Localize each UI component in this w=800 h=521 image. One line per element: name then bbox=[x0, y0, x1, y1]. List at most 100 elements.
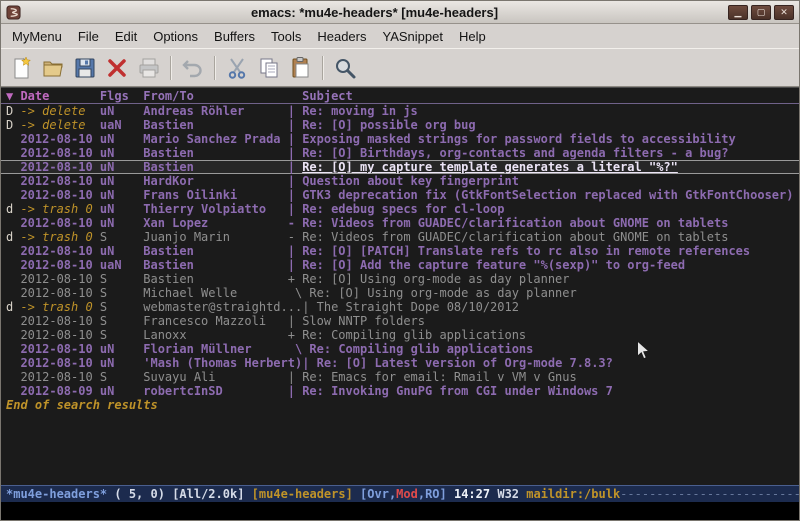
date-or-mark-cell: 2012-08-10 bbox=[6, 132, 100, 146]
message-date: 2012-08-10 bbox=[6, 370, 93, 384]
date-or-mark-cell: 2012-08-10 bbox=[6, 356, 100, 370]
date-or-mark-cell: d -> trash 0 bbox=[6, 202, 100, 216]
message-row[interactable]: d -> trash 0SJuanjo Marin- Re: Videos fr… bbox=[1, 230, 799, 244]
modeline-maildir: maildir:/bulk bbox=[526, 487, 620, 501]
message-subject: Re: [O] Birthdays, org-contacts and agen… bbox=[302, 146, 728, 160]
header-date-sort[interactable]: ▼ Date bbox=[6, 89, 100, 103]
message-row[interactable]: d -> trash 0Swebmaster@straightd...| The… bbox=[1, 300, 799, 314]
thread-indicator: + bbox=[288, 328, 302, 342]
undo-button[interactable] bbox=[178, 53, 208, 83]
menu-item-file[interactable]: File bbox=[70, 26, 107, 47]
mark-action-label: -> delete bbox=[20, 118, 85, 132]
message-from: Suvayu Ali bbox=[143, 370, 287, 384]
paste-button[interactable] bbox=[286, 53, 316, 83]
copy-button[interactable] bbox=[254, 53, 284, 83]
date-or-mark-cell: 2012-08-10 bbox=[6, 258, 100, 272]
message-from: webmaster@straightd... bbox=[143, 300, 302, 314]
menu-item-options[interactable]: Options bbox=[145, 26, 206, 47]
message-subject: Exposing masked strings for password fie… bbox=[302, 132, 735, 146]
message-row[interactable]: 2012-08-09uNrobertcInSD| Re: Invoking Gn… bbox=[1, 384, 799, 398]
save-button[interactable] bbox=[70, 53, 100, 83]
menu-item-help[interactable]: Help bbox=[451, 26, 494, 47]
message-row[interactable]: 2012-08-10uN'Mash (Thomas Herbert)| Re: … bbox=[1, 356, 799, 370]
message-row[interactable]: 2012-08-10SLanoxx+ Re: Compiling glib ap… bbox=[1, 328, 799, 342]
message-date: 2012-08-10 bbox=[6, 216, 93, 230]
message-row[interactable]: 2012-08-10uNFlorian Müllner \ Re: Compil… bbox=[1, 342, 799, 356]
message-row[interactable]: 2012-08-10uNXan Lopez- Re: Videos from G… bbox=[1, 216, 799, 230]
close-button[interactable]: ✕ bbox=[774, 5, 794, 20]
message-from: Andreas Röhler bbox=[143, 104, 287, 118]
message-flags: S bbox=[100, 230, 143, 244]
emacs-window: emacs: *mu4e-headers* [mu4e-headers] ▁ ▢… bbox=[0, 0, 800, 521]
date-or-mark-cell: D -> delete bbox=[6, 118, 100, 132]
date-or-mark-cell: 2012-08-10 bbox=[6, 314, 100, 328]
message-from: Juanjo Marin bbox=[143, 230, 287, 244]
message-row[interactable]: 2012-08-10SSuvayu Ali| Re: Emacs for ema… bbox=[1, 370, 799, 384]
message-from: Bastien bbox=[143, 258, 287, 272]
message-row[interactable]: 2012-08-10SMichael Welle \ Re: [O] Using… bbox=[1, 286, 799, 300]
message-row[interactable]: 2012-08-10SBastien+ Re: [O] Using org-mo… bbox=[1, 272, 799, 286]
menu-item-headers[interactable]: Headers bbox=[309, 26, 374, 47]
date-or-mark-cell: 2012-08-10 bbox=[6, 244, 100, 258]
titlebar[interactable]: emacs: *mu4e-headers* [mu4e-headers] ▁ ▢… bbox=[1, 1, 799, 24]
message-from: Bastien bbox=[143, 160, 287, 174]
message-subject: Re: Invoking GnuPG from CGI under Window… bbox=[302, 384, 613, 398]
message-subject: Re: [O] Using org-mode as day planner bbox=[302, 272, 569, 286]
open-folder-icon bbox=[41, 56, 65, 80]
copy-icon bbox=[257, 56, 281, 80]
message-subject: Re: Compiling glib applications bbox=[302, 328, 526, 342]
thread-indicator: \ bbox=[288, 342, 310, 356]
mark-char: d bbox=[6, 230, 20, 244]
maximize-button[interactable]: ▢ bbox=[751, 5, 771, 20]
message-row[interactable]: D -> deleteuaNBastien| Re: [O] possible … bbox=[1, 118, 799, 132]
message-row[interactable]: 2012-08-10uNFrans Oilinki| GTK3 deprecat… bbox=[1, 188, 799, 202]
message-date: 2012-08-10 bbox=[6, 328, 93, 342]
modeline: *mu4e-headers* ( 5, 0) [All/2.0k] [mu4e-… bbox=[1, 485, 799, 502]
message-row[interactable]: d -> trash 0uNThierry Volpiatto| Re: ede… bbox=[1, 202, 799, 216]
modeline-buffer-name[interactable]: *mu4e-headers* bbox=[6, 487, 107, 501]
mark-char: d bbox=[6, 300, 20, 314]
message-subject: The Straight Dope 08/10/2012 bbox=[317, 300, 519, 314]
message-subject: Re: moving in js bbox=[302, 104, 418, 118]
message-from: Florian Müllner bbox=[143, 342, 287, 356]
new-file-button[interactable] bbox=[6, 53, 36, 83]
mark-char: d bbox=[6, 202, 20, 216]
message-row[interactable]: 2012-08-10SFrancesco Mazzoli| Slow NNTP … bbox=[1, 314, 799, 328]
minimize-button[interactable]: ▁ bbox=[728, 5, 748, 20]
message-from: Bastien bbox=[143, 118, 287, 132]
message-flags: uN bbox=[100, 244, 143, 258]
message-row[interactable]: 2012-08-10uNBastien| Re: [O] Birthdays, … bbox=[1, 146, 799, 160]
cut-button[interactable] bbox=[222, 53, 252, 83]
header-subject: Subject bbox=[288, 89, 353, 103]
thread-indicator: | bbox=[302, 356, 316, 370]
menu-item-mymenu[interactable]: MyMenu bbox=[4, 26, 70, 47]
close-buffer-button[interactable] bbox=[102, 53, 132, 83]
date-or-mark-cell: 2012-08-10 bbox=[6, 160, 100, 174]
date-or-mark-cell: 2012-08-10 bbox=[6, 328, 100, 342]
message-row[interactable]: D -> deleteuNAndreas Röhler| Re: moving … bbox=[1, 104, 799, 118]
message-flags: uN bbox=[100, 160, 143, 174]
message-row[interactable]: 2012-08-10uNMario Sanchez Prada| Exposin… bbox=[1, 132, 799, 146]
menu-item-yasnippet[interactable]: YASnippet bbox=[374, 26, 450, 47]
message-row[interactable]: 2012-08-10uaNBastien| Re: [O] Add the ca… bbox=[1, 258, 799, 272]
thread-indicator: | bbox=[288, 188, 302, 202]
menu-item-edit[interactable]: Edit bbox=[107, 26, 145, 47]
message-row[interactable]: 2012-08-10uNHardKor| Question about key … bbox=[1, 174, 799, 188]
message-date: 2012-08-10 bbox=[6, 174, 93, 188]
message-subject: Re: [O] [PATCH] Translate refs to rc als… bbox=[302, 244, 750, 258]
header-from: From/To bbox=[143, 89, 287, 103]
message-subject: Re: Emacs for email: Rmail v VM v Gnus bbox=[302, 370, 577, 384]
message-subject: Re: edebug specs for cl-loop bbox=[302, 202, 504, 216]
menu-item-buffers[interactable]: Buffers bbox=[206, 26, 263, 47]
open-folder-button[interactable] bbox=[38, 53, 68, 83]
print-button[interactable] bbox=[134, 53, 164, 83]
message-row-current[interactable]: 2012-08-10uNBastien| Re: [O] my capture … bbox=[1, 160, 799, 174]
message-date: 2012-08-09 bbox=[6, 384, 93, 398]
message-row[interactable]: 2012-08-10uNBastien| Re: [O] [PATCH] Tra… bbox=[1, 244, 799, 258]
menu-item-tools[interactable]: Tools bbox=[263, 26, 309, 47]
modeline-major-mode[interactable]: [mu4e-headers] bbox=[252, 487, 360, 501]
minibuffer[interactable] bbox=[1, 502, 799, 520]
message-flags: S bbox=[100, 328, 143, 342]
search-button[interactable] bbox=[330, 53, 360, 83]
thread-indicator: | bbox=[288, 370, 302, 384]
